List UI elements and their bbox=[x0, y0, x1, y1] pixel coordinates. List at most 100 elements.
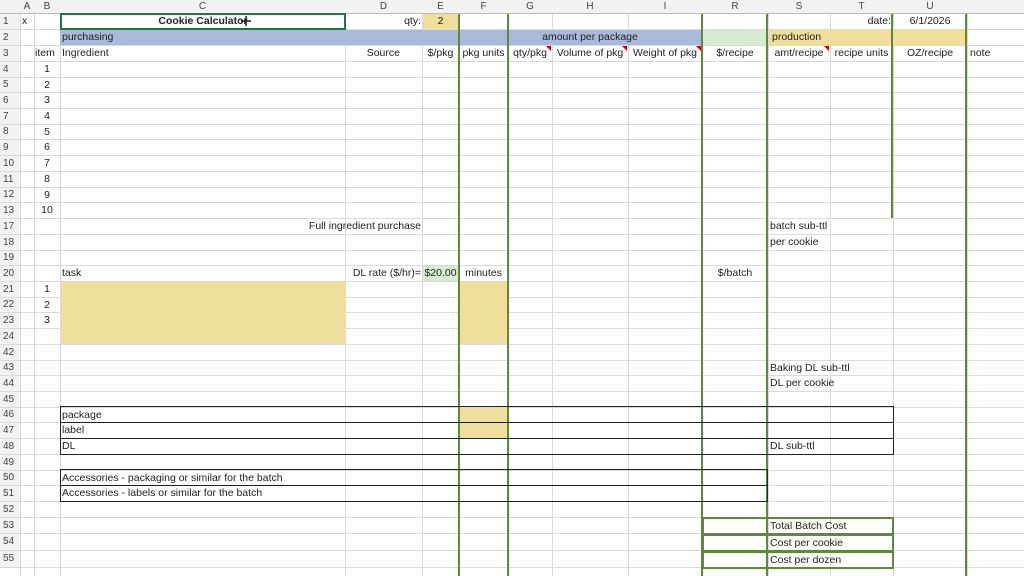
baking-dl-subtotal-label: Baking DL sub-ttl bbox=[770, 362, 850, 374]
cost-per-cookie-label: Cost per cookie bbox=[770, 537, 843, 549]
pkg-units-header: pkg units bbox=[462, 47, 505, 59]
col-header-u[interactable]: U bbox=[893, 0, 967, 14]
col-header-d[interactable]: D bbox=[345, 0, 422, 14]
row-header[interactable]: 1 bbox=[0, 14, 20, 29]
item-number[interactable]: 1 bbox=[34, 62, 60, 77]
row-header[interactable]: 52 bbox=[0, 502, 20, 517]
item-number[interactable]: 10 bbox=[34, 203, 60, 218]
batch-subtotal-label: batch sub-ttl bbox=[770, 220, 828, 232]
row-header[interactable]: 11 bbox=[0, 172, 20, 187]
row-header[interactable]: 3 bbox=[0, 46, 20, 61]
row-header[interactable]: 47 bbox=[0, 423, 20, 438]
row-header[interactable]: 46 bbox=[0, 408, 20, 422]
row-header[interactable]: 18 bbox=[0, 235, 20, 250]
row-header[interactable]: 9 bbox=[0, 140, 20, 155]
move-cursor-icon bbox=[241, 16, 251, 26]
item-number[interactable]: 4 bbox=[34, 109, 60, 124]
recipe-header-fill bbox=[703, 30, 768, 45]
col-header-r[interactable]: R bbox=[702, 0, 768, 14]
date-value[interactable]: 6/1/2026 bbox=[893, 14, 967, 29]
col-header-c[interactable]: C bbox=[60, 0, 345, 14]
source-header: Source bbox=[366, 47, 400, 59]
col-header-g[interactable]: G bbox=[508, 0, 552, 14]
item-number[interactable]: 2 bbox=[34, 78, 60, 93]
oz-recipe-header: OZ/recipe bbox=[906, 47, 954, 59]
row-header[interactable]: 5 bbox=[0, 78, 20, 92]
item-number[interactable]: 9 bbox=[34, 188, 60, 203]
row-header[interactable]: 24 bbox=[0, 329, 20, 344]
price-recipe-header: $/recipe bbox=[716, 47, 754, 59]
col-header-h[interactable]: H bbox=[552, 0, 628, 14]
row-header[interactable]: 51 bbox=[0, 486, 20, 501]
task-number[interactable]: 1 bbox=[34, 282, 60, 297]
recipe-units-header: recipe units bbox=[834, 47, 889, 59]
row-header[interactable]: 7 bbox=[0, 109, 20, 124]
production-header: production bbox=[772, 31, 822, 43]
cost-per-dozen-label: Cost per dozen bbox=[770, 554, 842, 566]
row-header[interactable]: 48 bbox=[0, 439, 20, 454]
col-header-i[interactable]: I bbox=[628, 0, 702, 14]
row-header[interactable]: 55 bbox=[0, 551, 20, 567]
dl-rate-label: DL rate ($/hr)= bbox=[352, 267, 421, 279]
item-number[interactable]: 5 bbox=[34, 125, 60, 140]
row-header[interactable]: 13 bbox=[0, 203, 20, 218]
accessories-packaging-label: Accessories - packaging or similar for t… bbox=[62, 472, 283, 484]
minutes-input-fill bbox=[460, 282, 508, 344]
dl-rate-value[interactable]: $20.00 bbox=[422, 266, 459, 281]
row-header[interactable]: 12 bbox=[0, 188, 20, 202]
item-number[interactable]: 7 bbox=[34, 156, 60, 171]
minutes-header: minutes bbox=[465, 267, 502, 279]
weight-pkg-header: Weight of pkg bbox=[632, 47, 697, 59]
item-number[interactable]: 6 bbox=[34, 140, 60, 155]
row-header[interactable]: 50 bbox=[0, 471, 20, 485]
dl-per-cookie-label: DL per cookie bbox=[770, 377, 835, 389]
row-header[interactable]: 42 bbox=[0, 345, 20, 360]
row-header[interactable]: 20 bbox=[0, 266, 20, 281]
row-header[interactable]: 19 bbox=[0, 251, 20, 265]
item-number[interactable]: 8 bbox=[34, 172, 60, 187]
cell-x[interactable]: x bbox=[22, 14, 27, 29]
col-header-a[interactable]: A bbox=[20, 0, 34, 14]
col-header-f[interactable]: F bbox=[459, 0, 508, 14]
row-header[interactable]: 2 bbox=[0, 30, 20, 45]
item-header: item bbox=[35, 47, 55, 59]
per-cookie-label: per cookie bbox=[770, 236, 819, 248]
row-header[interactable]: 6 bbox=[0, 93, 20, 108]
sheet-title[interactable]: Cookie Calculator bbox=[60, 14, 346, 29]
task-number[interactable]: 2 bbox=[34, 298, 60, 313]
row-header[interactable]: 22 bbox=[0, 298, 20, 312]
qty-value[interactable]: 2 bbox=[422, 14, 459, 29]
item-number[interactable]: 3 bbox=[34, 93, 60, 108]
task-number[interactable]: 3 bbox=[34, 313, 60, 328]
row-header[interactable]: 8 bbox=[0, 125, 20, 139]
col-header-e[interactable]: E bbox=[422, 0, 459, 14]
task-input-fill bbox=[61, 282, 345, 344]
volume-pkg-header: Volume of pkg bbox=[556, 47, 624, 59]
dl-label: DL bbox=[62, 440, 76, 452]
row-header[interactable]: 21 bbox=[0, 282, 20, 297]
col-header-s[interactable]: S bbox=[768, 0, 830, 14]
row-header[interactable]: 49 bbox=[0, 455, 20, 470]
row-header[interactable]: 17 bbox=[0, 219, 20, 234]
date-label: date: bbox=[867, 15, 891, 27]
label-row-label: label bbox=[62, 424, 85, 436]
per-batch-header: $/batch bbox=[717, 267, 753, 279]
row-header[interactable]: 44 bbox=[0, 376, 20, 391]
amount-per-package-header: amount per package bbox=[542, 31, 638, 43]
row-header[interactable]: 23 bbox=[0, 313, 20, 328]
purchasing-header: purchasing bbox=[62, 31, 114, 43]
row-header[interactable]: 10 bbox=[0, 156, 20, 171]
accessories-labels-label: Accessories - labels or similar for the … bbox=[62, 487, 263, 499]
row-header[interactable]: 4 bbox=[0, 62, 20, 77]
spreadsheet-grid[interactable]: A B C D E F G H I R S T U 1 2 3 4 5 6 7 … bbox=[0, 0, 1024, 576]
ingredient-header: Ingredient bbox=[62, 47, 109, 59]
row-header[interactable]: 45 bbox=[0, 392, 20, 407]
col-header-b[interactable]: B bbox=[34, 0, 60, 14]
dl-subtotal-label: DL sub-ttl bbox=[770, 440, 815, 452]
row-header[interactable]: 53 bbox=[0, 518, 20, 533]
task-header: task bbox=[62, 267, 82, 279]
row-header[interactable]: 54 bbox=[0, 534, 20, 550]
row-header[interactable]: 43 bbox=[0, 361, 20, 375]
qty-label: qty: bbox=[404, 15, 421, 27]
col-header-t[interactable]: T bbox=[830, 0, 893, 14]
